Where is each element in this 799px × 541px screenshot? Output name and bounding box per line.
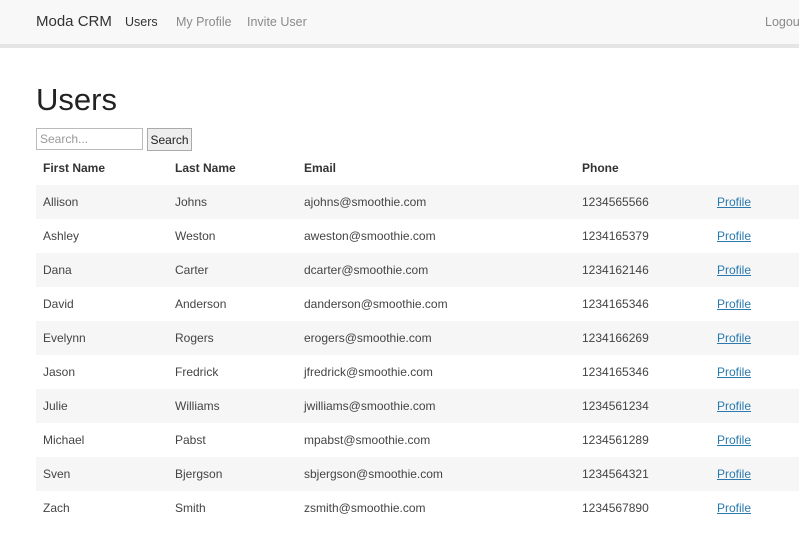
cell-phone: 1234567890 bbox=[582, 501, 649, 515]
profile-link[interactable]: Profile bbox=[717, 467, 751, 481]
cell-last-name: Bjergson bbox=[175, 467, 223, 481]
cell-last-name: Smith bbox=[175, 501, 206, 515]
table-row: Dana Carter dcarter@smoothie.com 1234162146… bbox=[36, 253, 799, 287]
search-input[interactable] bbox=[36, 128, 143, 150]
cell-first-name: Julie bbox=[43, 399, 68, 413]
cell-phone: 1234565566 bbox=[582, 195, 649, 209]
cell-phone: 1234561289 bbox=[582, 433, 649, 447]
cell-phone: 1234561234 bbox=[582, 399, 649, 413]
cell-action: Profile bbox=[710, 321, 799, 355]
cell-first-name: David bbox=[43, 297, 74, 311]
brand-link[interactable]: Moda CRM bbox=[36, 13, 112, 30]
cell-action: Profile bbox=[710, 491, 799, 525]
cell-first-name: Jason bbox=[43, 365, 76, 379]
profile-link[interactable]: Profile bbox=[717, 331, 751, 345]
table-row: Evelynn Rogers erogers@smoothie.com 1234166… bbox=[36, 321, 799, 355]
cell-last-name: Fredrick bbox=[175, 365, 219, 379]
cell-action: Profile bbox=[710, 287, 799, 321]
profile-link[interactable]: Profile bbox=[717, 195, 751, 209]
table-row: David Anderson danderson@smoothie.com 12341… bbox=[36, 287, 799, 321]
cell-phone: 1234165346 bbox=[582, 297, 649, 311]
table-row: Sven Bjergson sbjergson@smoothie.com 123456… bbox=[36, 457, 799, 491]
table-row: Zach Smith zsmith@smoothie.com 1234567890 Pr… bbox=[36, 491, 799, 525]
header-first-name: First Name bbox=[43, 161, 106, 175]
cell-email: erogers@smoothie.com bbox=[304, 331, 432, 345]
cell-phone: 1234166269 bbox=[582, 331, 649, 345]
cell-phone: 1234165379 bbox=[582, 229, 649, 243]
header-action bbox=[710, 151, 799, 185]
search-button[interactable]: Search bbox=[147, 128, 192, 151]
nav-invite-user-link[interactable]: Invite User bbox=[247, 15, 307, 29]
profile-link[interactable]: Profile bbox=[717, 297, 751, 311]
cell-last-name: Carter bbox=[175, 263, 209, 277]
logout-link[interactable]: Logout bbox=[765, 15, 799, 29]
cell-first-name: Evelynn bbox=[43, 331, 86, 345]
cell-email: zsmith@smoothie.com bbox=[304, 501, 426, 515]
page-title: Users bbox=[36, 82, 117, 117]
header-email: Email bbox=[304, 161, 337, 175]
cell-action: Profile bbox=[710, 185, 799, 219]
cell-first-name: Sven bbox=[43, 467, 71, 481]
cell-last-name: Weston bbox=[175, 229, 216, 243]
users-table: First Name Last Name Email Phone Allison… bbox=[36, 151, 799, 525]
cell-email: dcarter@smoothie.com bbox=[304, 263, 429, 277]
cell-first-name: Michael bbox=[43, 433, 85, 447]
table-header-row: First Name Last Name Email Phone bbox=[36, 151, 799, 185]
cell-email: ajohns@smoothie.com bbox=[304, 195, 427, 209]
nav-my-profile-link[interactable]: My Profile bbox=[176, 15, 232, 29]
table-row: Julie Williams jwilliams@smoothie.com 12345… bbox=[36, 389, 799, 423]
profile-link[interactable]: Profile bbox=[717, 433, 751, 447]
cell-first-name: Ashley bbox=[43, 229, 80, 243]
cell-email: sbjergson@smoothie.com bbox=[304, 467, 443, 481]
profile-link[interactable]: Profile bbox=[717, 501, 751, 515]
table-row: Jason Fredrick jfredrick@smoothie.com 12341… bbox=[36, 355, 799, 389]
profile-link[interactable]: Profile bbox=[717, 263, 751, 277]
cell-last-name: Williams bbox=[175, 399, 220, 413]
cell-phone: 1234165346 bbox=[582, 365, 649, 379]
cell-phone: 1234564321 bbox=[582, 467, 649, 481]
table-row: Ashley Weston aweston@smoothie.com 12341653… bbox=[36, 219, 799, 253]
cell-phone: 1234162146 bbox=[582, 263, 649, 277]
cell-first-name: Zach bbox=[43, 501, 70, 515]
cell-action: Profile bbox=[710, 457, 799, 491]
cell-email: jwilliams@smoothie.com bbox=[304, 399, 436, 413]
table-row: Michael Pabst mpabst@smoothie.com 123456128… bbox=[36, 423, 799, 457]
profile-link[interactable]: Profile bbox=[717, 365, 751, 379]
cell-action: Profile bbox=[710, 355, 799, 389]
cell-action: Profile bbox=[710, 253, 799, 287]
nav-users-link[interactable]: Users bbox=[125, 15, 158, 29]
cell-action: Profile bbox=[710, 423, 799, 457]
navbar: Moda CRM Users My Profile Invite User Lo… bbox=[0, 0, 799, 48]
profile-link[interactable]: Profile bbox=[717, 229, 751, 243]
cell-first-name: Allison bbox=[43, 195, 79, 209]
cell-email: jfredrick@smoothie.com bbox=[304, 365, 433, 379]
cell-email: mpabst@smoothie.com bbox=[304, 433, 431, 447]
header-phone: Phone bbox=[582, 161, 619, 175]
cell-last-name: Anderson bbox=[175, 297, 227, 311]
cell-email: aweston@smoothie.com bbox=[304, 229, 436, 243]
cell-last-name: Johns bbox=[175, 195, 208, 209]
cell-email: danderson@smoothie.com bbox=[304, 297, 448, 311]
cell-action: Profile bbox=[710, 389, 799, 423]
cell-first-name: Dana bbox=[43, 263, 72, 277]
table-row: Allison Johns ajohns@smoothie.com 123456556… bbox=[36, 185, 799, 219]
profile-link[interactable]: Profile bbox=[717, 399, 751, 413]
cell-last-name: Pabst bbox=[175, 433, 206, 447]
cell-action: Profile bbox=[710, 219, 799, 253]
cell-last-name: Rogers bbox=[175, 331, 214, 345]
header-last-name: Last Name bbox=[175, 161, 236, 175]
